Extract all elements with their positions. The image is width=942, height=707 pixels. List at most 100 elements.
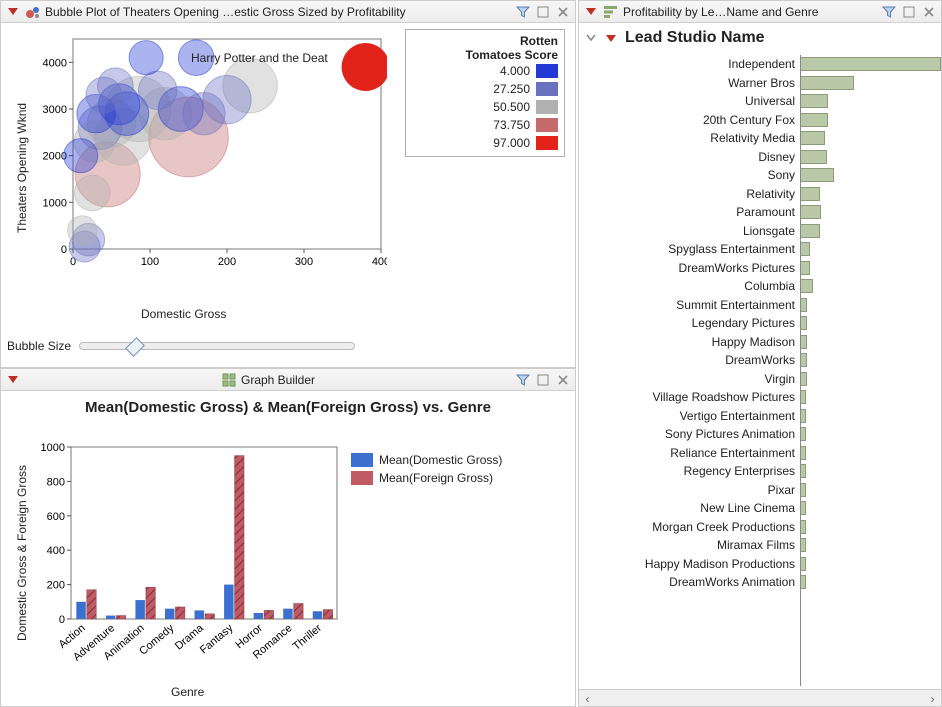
panel-menu-icon[interactable] [5, 372, 21, 388]
profit-row[interactable]: DreamWorks [579, 351, 941, 370]
profit-row[interactable]: Lionsgate [579, 222, 941, 241]
maximize-icon[interactable] [901, 4, 917, 20]
profit-section-header[interactable]: Lead Studio Name [579, 23, 941, 53]
svg-text:100: 100 [141, 256, 159, 268]
maximize-icon[interactable] [535, 372, 551, 388]
profit-row-label: Sony [579, 168, 799, 182]
graph-y-axis-label: Domestic Gross & Foreign Gross [15, 465, 29, 641]
profit-row[interactable]: Regency Enterprises [579, 462, 941, 481]
profit-row-label: Morgan Creek Productions [579, 520, 799, 534]
horizontal-scrollbar[interactable]: ‹ › [579, 689, 941, 706]
profit-row[interactable]: 20th Century Fox [579, 111, 941, 130]
legend-domestic: Mean(Domestic Gross) [379, 453, 502, 467]
profit-row[interactable]: New Line Cinema [579, 499, 941, 518]
profit-row-bar [800, 94, 828, 108]
profit-row-label: Miramax Films [579, 538, 799, 552]
legend-row: 4.000 [412, 62, 558, 80]
panel-menu-icon[interactable] [5, 4, 21, 20]
graph-builder-icon [221, 372, 237, 388]
svg-text:300: 300 [295, 256, 313, 268]
profit-row[interactable]: Warner Bros [579, 74, 941, 93]
profit-row[interactable]: Universal [579, 92, 941, 111]
profit-row-label: Paramount [579, 205, 799, 219]
profit-row[interactable]: Summit Entertainment [579, 296, 941, 315]
maximize-icon[interactable] [535, 4, 551, 20]
profit-row-bar [800, 187, 820, 201]
profit-row[interactable]: Relativity Media [579, 129, 941, 148]
profit-row-label: Relativity Media [579, 131, 799, 145]
profit-row[interactable]: DreamWorks Pictures [579, 259, 941, 278]
profit-row[interactable]: Vertigo Entertainment [579, 407, 941, 426]
profit-row[interactable]: Village Roadshow Pictures [579, 388, 941, 407]
profit-row-label: Virgin [579, 372, 799, 386]
profit-row[interactable]: Miramax Films [579, 536, 941, 555]
close-icon[interactable] [921, 4, 937, 20]
profit-bar-list[interactable]: Independent Warner Bros Universal 20th Cent… [579, 55, 941, 686]
profit-row[interactable]: Sony Pictures Animation [579, 425, 941, 444]
profit-row[interactable]: Relativity [579, 185, 941, 204]
profit-row[interactable]: Reliance Entertainment [579, 444, 941, 463]
profit-row-bar [800, 168, 834, 182]
scroll-left-icon[interactable]: ‹ [579, 690, 596, 707]
graph-plot-area[interactable]: 02004006008001000ActionAdventureAnimatio… [31, 441, 341, 681]
profit-row[interactable]: Disney [579, 148, 941, 167]
profit-row[interactable]: Independent [579, 55, 941, 74]
profit-row[interactable]: Morgan Creek Productions [579, 518, 941, 537]
profit-row[interactable]: Happy Madison Productions [579, 555, 941, 574]
bubble-panel-title: Bubble Plot of Theaters Opening …estic G… [45, 5, 511, 19]
close-icon[interactable] [555, 4, 571, 20]
profit-row-label: Warner Bros [579, 76, 799, 90]
profit-row-label: Reliance Entertainment [579, 446, 799, 460]
profit-row[interactable]: Sony [579, 166, 941, 185]
profit-panel-title: Profitability by Le…Name and Genre [623, 5, 877, 19]
svg-text:3000: 3000 [43, 104, 67, 116]
profit-row[interactable]: Spyglass Entertainment [579, 240, 941, 259]
svg-text:4000: 4000 [43, 57, 67, 69]
panel-menu-icon[interactable] [583, 4, 599, 20]
profit-row-bar [800, 335, 807, 349]
profit-row-bar [800, 316, 807, 330]
filter-icon[interactable] [515, 372, 531, 388]
profit-row[interactable]: Pixar [579, 481, 941, 500]
bubble-plot-area[interactable]: 010002000300040000100200300400 [27, 29, 387, 289]
profit-row-label: Pixar [579, 483, 799, 497]
profit-row-bar [800, 242, 810, 256]
bubble-panel-titlebar: Bubble Plot of Theaters Opening …estic G… [1, 1, 575, 23]
profit-row[interactable]: DreamWorks Animation [579, 573, 941, 592]
profit-row[interactable]: Columbia [579, 277, 941, 296]
profit-row-bar [800, 150, 827, 164]
profit-row[interactable]: Legendary Pictures [579, 314, 941, 333]
close-icon[interactable] [555, 372, 571, 388]
profit-panel-titlebar: Profitability by Le…Name and Genre [579, 1, 941, 23]
svg-text:400: 400 [372, 256, 387, 268]
legend-row: 50.500 [412, 98, 558, 116]
profit-row[interactable]: Virgin [579, 370, 941, 389]
legend-foreign: Mean(Foreign Gross) [379, 471, 493, 485]
profit-row-label: Universal [579, 94, 799, 108]
profit-row-bar [800, 76, 854, 90]
profit-row-label: DreamWorks Animation [579, 575, 799, 589]
profit-row[interactable]: Happy Madison [579, 333, 941, 352]
bubble-size-slider[interactable]: Bubble Size [7, 339, 355, 353]
profit-row-label: New Line Cinema [579, 501, 799, 515]
svg-text:800: 800 [47, 476, 65, 488]
profit-row-label: Columbia [579, 279, 799, 293]
profit-row-label: Vertigo Entertainment [579, 409, 799, 423]
profit-row-bar [800, 131, 825, 145]
filter-icon[interactable] [515, 4, 531, 20]
slider-track[interactable] [79, 342, 355, 350]
profit-row[interactable]: Paramount [579, 203, 941, 222]
profit-row-label: Summit Entertainment [579, 298, 799, 312]
profit-row-label: Lionsgate [579, 224, 799, 238]
legend-row: 97.000 [412, 134, 558, 152]
profit-row-bar [800, 353, 807, 367]
filter-icon[interactable] [881, 4, 897, 20]
scroll-right-icon[interactable]: › [924, 690, 941, 707]
profit-row-label: Spyglass Entertainment [579, 242, 799, 256]
outline-toggle-icon[interactable] [585, 32, 597, 44]
section-menu-icon[interactable] [603, 30, 619, 46]
slider-thumb[interactable] [125, 337, 145, 357]
profit-row-bar [800, 57, 941, 71]
profit-row-bar [800, 113, 828, 127]
svg-text:Thriller: Thriller [291, 622, 325, 653]
